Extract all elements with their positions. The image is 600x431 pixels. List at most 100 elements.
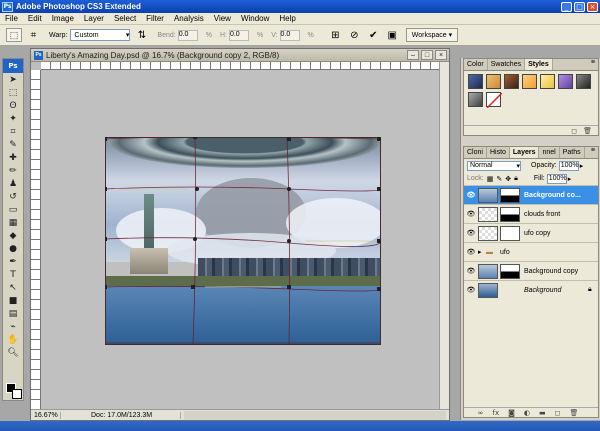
new-style-icon[interactable]: ◻ (571, 127, 577, 135)
eye-icon[interactable]: 👁︎ (464, 210, 478, 218)
type-tool-icon[interactable]: T (3, 268, 23, 281)
eyedropper-tool-icon[interactable]: ✎ (3, 138, 23, 151)
lock-all-icon[interactable]: 🔒︎ (514, 175, 518, 183)
warp-grid[interactable] (105, 137, 381, 345)
layer-mask-thumbnail[interactable] (500, 187, 520, 203)
tool-preset-picker[interactable]: ⬚ (6, 28, 22, 42)
move-tool-icon[interactable]: ➤ (3, 73, 23, 86)
menu-select[interactable]: Select (109, 14, 141, 23)
trash-icon[interactable]: 🗑︎ (569, 409, 578, 417)
vertical-scrollbar[interactable] (439, 62, 449, 410)
tab-layers[interactable]: Layers (509, 147, 540, 158)
style-swatch-none[interactable] (486, 92, 503, 109)
adjustment-layer-icon[interactable]: ◐ (524, 409, 530, 417)
clone-stamp-tool-icon[interactable]: ♟ (3, 177, 23, 190)
style-swatch[interactable] (558, 74, 573, 89)
layer-ufo-copy[interactable]: 👁︎ ufo copy (464, 223, 598, 242)
style-swatch[interactable] (468, 92, 483, 107)
tab-swatches[interactable]: Swatches (488, 59, 526, 70)
blend-mode-select[interactable]: Normal ▾ (467, 160, 521, 171)
background-color-swatch[interactable] (12, 389, 22, 399)
warp-style-select[interactable]: Custom ▾ (70, 29, 131, 41)
hand-tool-icon[interactable]: ✋ (3, 333, 23, 346)
menu-window[interactable]: Window (236, 14, 274, 23)
shape-tool-icon[interactable]: ■ (3, 294, 23, 307)
commit-transform-icon[interactable]: ✔ (366, 28, 381, 43)
eraser-tool-icon[interactable]: ▭ (3, 203, 23, 216)
menu-edit[interactable]: Edit (23, 14, 47, 23)
layer-mask-thumbnail[interactable] (500, 206, 520, 222)
menu-layer[interactable]: Layer (79, 14, 109, 23)
doc-size[interactable]: Doc: 17.0M/123.3M (61, 411, 181, 419)
style-swatch[interactable] (576, 74, 591, 89)
doc-close-button[interactable]: × (435, 50, 447, 60)
style-swatch[interactable] (468, 74, 483, 89)
chevron-right-icon[interactable]: ▸ (580, 162, 584, 170)
warp-mode-icon[interactable]: ⌗ (26, 28, 41, 43)
menu-image[interactable]: Image (47, 14, 79, 23)
eye-icon[interactable]: 👁︎ (464, 286, 478, 294)
layer-background-copy-2[interactable]: 👁︎ Background co... (464, 185, 598, 204)
tab-channels[interactable]: nnel (539, 147, 560, 158)
change-warp-orientation-icon[interactable]: ⇅ (134, 28, 149, 43)
menu-file[interactable]: File (0, 14, 23, 23)
doc-maximize-button[interactable]: □ (421, 50, 433, 60)
lock-image-icon[interactable]: ✎ (496, 175, 502, 183)
bend-input[interactable]: 0.0 (177, 29, 198, 41)
chevron-right-icon[interactable]: ▸ (568, 175, 572, 183)
layer-mask-thumbnail[interactable] (500, 225, 520, 241)
blur-tool-icon[interactable]: ◆ (3, 229, 23, 242)
tab-history[interactable]: Histo (487, 147, 510, 158)
layer-background[interactable]: 👁︎ Background 🔒︎ (464, 280, 598, 299)
eye-icon[interactable]: 👁︎ (464, 191, 478, 199)
eye-icon[interactable]: 👁︎ (464, 248, 478, 256)
style-swatch[interactable] (540, 74, 555, 89)
maximize-button[interactable]: □ (574, 1, 585, 12)
new-layer-icon[interactable]: ◻ (555, 409, 561, 417)
new-group-icon[interactable]: ▬ (539, 409, 546, 417)
doc-minimize-button[interactable]: – (407, 50, 419, 60)
tab-styles[interactable]: Styles (525, 59, 553, 70)
v-distortion-input[interactable]: 0.0 (279, 29, 300, 41)
brush-tool-icon[interactable]: ✏ (3, 164, 23, 177)
eye-icon[interactable]: 👁︎ (464, 267, 478, 275)
path-selection-tool-icon[interactable]: ↖ (3, 281, 23, 294)
menu-analysis[interactable]: Analysis (169, 14, 209, 23)
healing-brush-tool-icon[interactable]: ✚ (3, 151, 23, 164)
magic-wand-tool-icon[interactable]: ✦ (3, 112, 23, 125)
panel-menu-icon[interactable]: ≡ (588, 59, 598, 70)
horizontal-scrollbar[interactable] (184, 410, 446, 420)
zoom-tool-icon[interactable]: 🔍︎ (3, 346, 23, 359)
minimize-button[interactable]: _ (561, 1, 572, 12)
h-distortion-input[interactable]: 0.0 (228, 29, 249, 41)
tab-paths[interactable]: Paths (560, 147, 585, 158)
opacity-input[interactable]: 100% (558, 160, 579, 171)
tab-color[interactable]: Color (464, 59, 488, 70)
history-brush-tool-icon[interactable]: ↺ (3, 190, 23, 203)
ruler-horizontal[interactable] (41, 62, 441, 70)
tab-clone-source[interactable]: Cloni (464, 147, 487, 158)
style-swatch[interactable] (522, 74, 537, 89)
bridge-icon[interactable]: ▣ (385, 28, 400, 43)
ruler-vertical[interactable] (31, 70, 41, 410)
zoom-level[interactable]: 16.67% (31, 411, 61, 419)
layer-clouds-front[interactable]: 👁︎ clouds front (464, 204, 598, 223)
menu-filter[interactable]: Filter (141, 14, 169, 23)
layer-background-copy[interactable]: 👁︎ Background copy (464, 261, 598, 280)
lock-transparent-icon[interactable]: ▦ (487, 175, 494, 183)
style-swatch[interactable] (486, 74, 501, 89)
eye-icon[interactable]: 👁︎ (464, 229, 478, 237)
menu-help[interactable]: Help (274, 14, 300, 23)
layer-mask-thumbnail[interactable] (500, 263, 520, 279)
notes-tool-icon[interactable]: ▤ (3, 307, 23, 320)
fill-input[interactable]: 100% (546, 173, 567, 184)
marquee-tool-icon[interactable]: ⬚ (3, 86, 23, 99)
link-layers-icon[interactable]: ∞ (478, 409, 484, 417)
style-swatch[interactable] (504, 74, 519, 89)
cancel-transform-icon[interactable]: ⊘ (347, 28, 362, 43)
menu-view[interactable]: View (209, 14, 236, 23)
eyedropper2-tool-icon[interactable]: ⌁ (3, 320, 23, 333)
panel-menu-icon[interactable]: ≡ (588, 147, 598, 158)
pen-tool-icon[interactable]: ✒ (3, 255, 23, 268)
layer-group-ufo[interactable]: 👁︎ ▸ ▬ ufo (464, 242, 598, 261)
